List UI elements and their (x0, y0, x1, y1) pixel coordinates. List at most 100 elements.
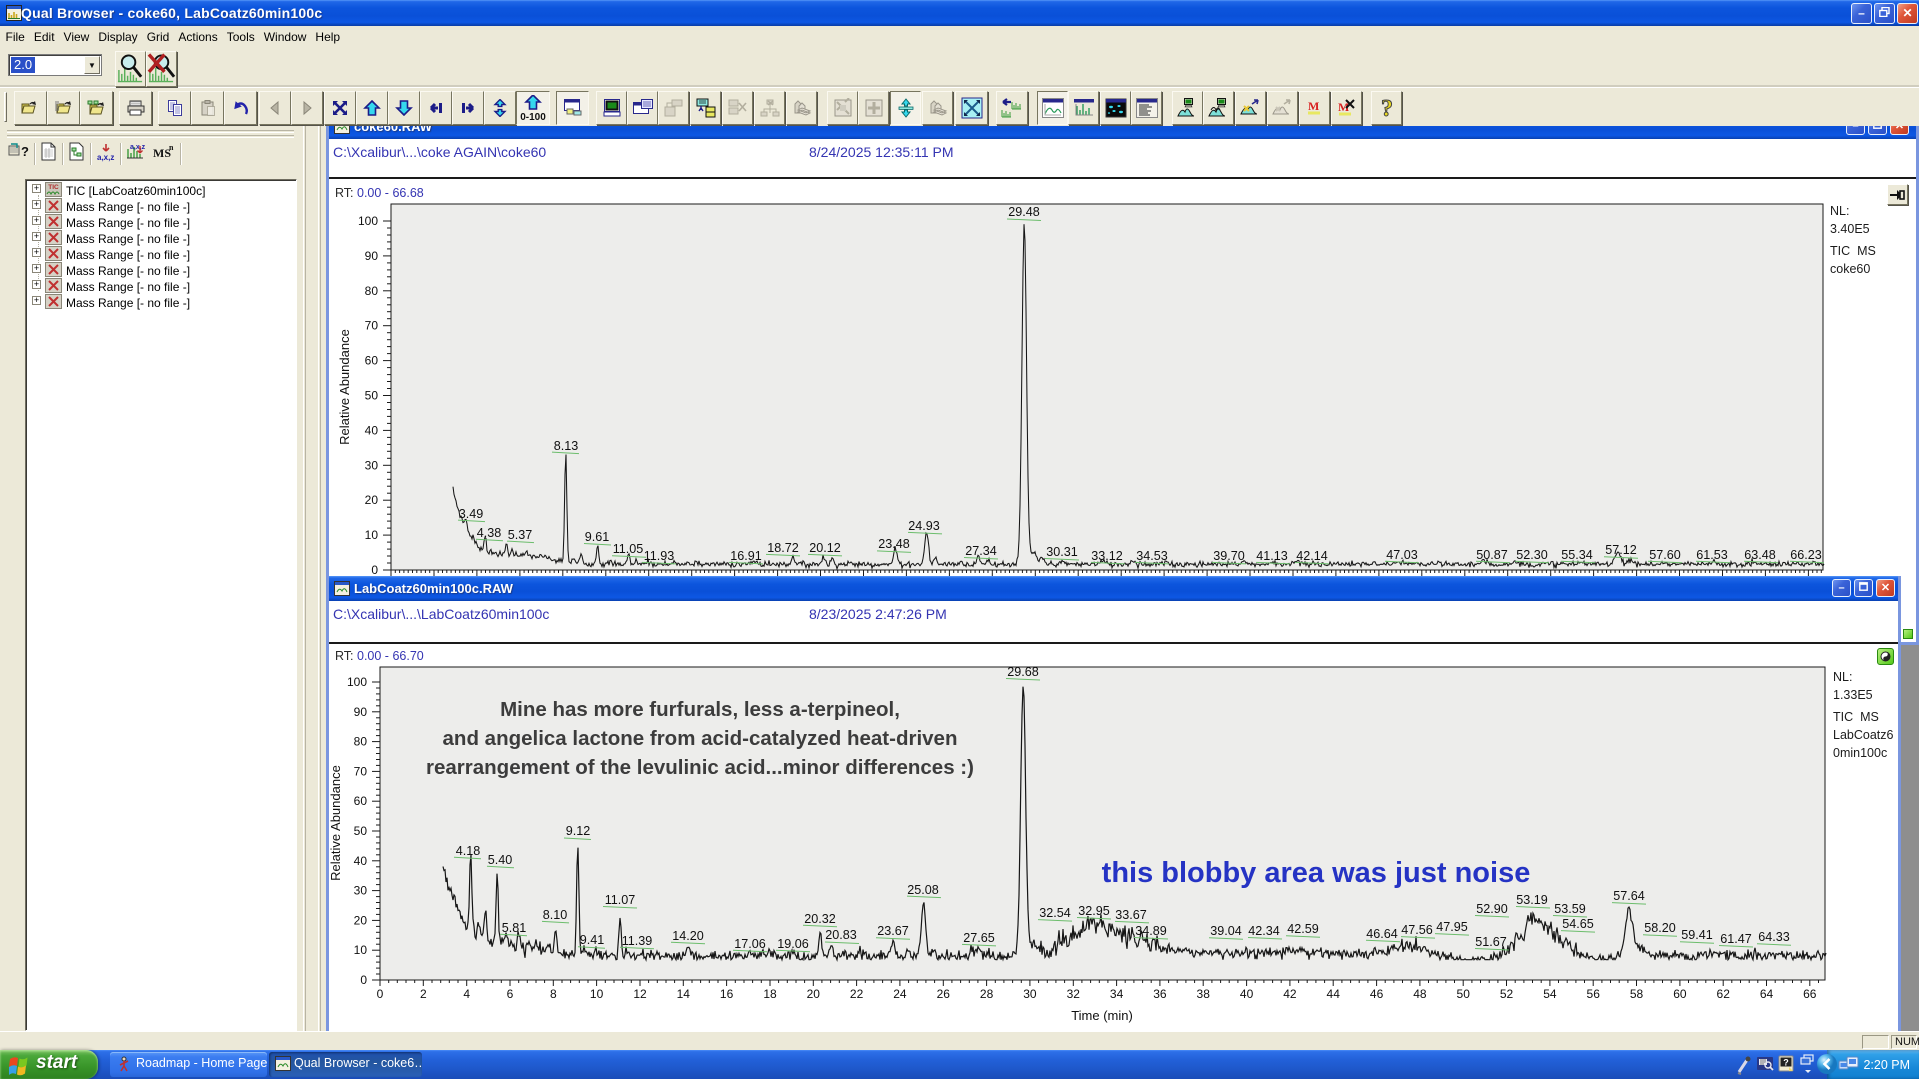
svg-text:Mine has more furfurals, less: Mine has more furfurals, less a-terpineo… (500, 698, 900, 721)
svg-text:42.34: 42.34 (1248, 924, 1280, 938)
svg-text:19.06: 19.06 (777, 937, 809, 951)
svg-text:58: 58 (1630, 987, 1644, 1001)
svg-text:38: 38 (1197, 987, 1211, 1001)
svg-text:24: 24 (893, 987, 907, 1001)
svg-text:20: 20 (365, 493, 379, 507)
svg-text:30: 30 (354, 884, 368, 898)
svg-text:57.64: 57.64 (1613, 889, 1645, 903)
svg-text:39.04: 39.04 (1210, 924, 1242, 938)
svg-text:M: M (1308, 99, 1319, 113)
svg-text:36: 36 (1153, 987, 1167, 1001)
svg-text:Time (min): Time (min) (1071, 1008, 1133, 1023)
svg-text:60: 60 (354, 794, 368, 808)
svg-text:5.37: 5.37 (508, 528, 533, 542)
svg-text:11.07: 11.07 (605, 893, 636, 907)
svg-text:29.48: 29.48 (1008, 205, 1040, 219)
svg-text:0: 0 (360, 973, 367, 987)
svg-text:20: 20 (807, 987, 821, 1001)
svg-text:54: 54 (1543, 987, 1557, 1001)
svg-text:70: 70 (354, 764, 368, 778)
svg-text:Relative Abundance: Relative Abundance (329, 765, 343, 881)
svg-text:16.91: 16.91 (730, 549, 762, 563)
svg-text:50: 50 (354, 824, 368, 838)
svg-text:90: 90 (365, 249, 379, 263)
svg-text:20.32: 20.32 (804, 912, 836, 926)
svg-text:Relative Abundance: Relative Abundance (337, 329, 352, 445)
svg-text:10: 10 (590, 987, 604, 1001)
svg-text:27.34: 27.34 (965, 544, 997, 558)
svg-text:64: 64 (1760, 987, 1774, 1001)
svg-text:10: 10 (365, 528, 379, 542)
svg-text:50.87: 50.87 (1476, 548, 1508, 562)
svg-text:61.47: 61.47 (1720, 932, 1752, 946)
svg-text:9.12: 9.12 (566, 824, 591, 838)
svg-text:11.39: 11.39 (622, 934, 653, 948)
svg-text:100: 100 (358, 214, 378, 228)
svg-text:24.93: 24.93 (908, 519, 940, 533)
svg-text:8.13: 8.13 (554, 439, 579, 453)
svg-text:14: 14 (677, 987, 691, 1001)
svg-text:?: ? (21, 144, 29, 159)
svg-text:34.89: 34.89 (1135, 924, 1167, 938)
svg-text:a,x,z: a,x,z (97, 153, 114, 162)
svg-text:4.38: 4.38 (477, 526, 502, 540)
svg-text:40: 40 (1240, 987, 1254, 1001)
svg-text:66.23: 66.23 (1790, 548, 1822, 562)
svg-text:51.67: 51.67 (1475, 935, 1507, 949)
svg-text:46.64: 46.64 (1366, 927, 1398, 941)
svg-text:8: 8 (550, 987, 557, 1001)
svg-text:46: 46 (1370, 987, 1384, 1001)
svg-text:5.40: 5.40 (488, 853, 513, 867)
svg-text:50: 50 (365, 389, 379, 403)
svg-text:25.08: 25.08 (907, 883, 939, 897)
svg-text:42: 42 (1283, 987, 1297, 1001)
svg-text:100: 100 (347, 675, 367, 689)
svg-text:16: 16 (720, 987, 734, 1001)
svg-text:66: 66 (1803, 987, 1817, 1001)
svg-text:28: 28 (980, 987, 994, 1001)
svg-text:10: 10 (354, 943, 368, 957)
svg-text:40: 40 (365, 423, 379, 437)
svg-text:20.12: 20.12 (809, 541, 841, 555)
svg-text:n: n (169, 143, 174, 152)
svg-text:42.14: 42.14 (1296, 549, 1328, 563)
svg-text:3.49: 3.49 (459, 507, 484, 521)
svg-text:60: 60 (1673, 987, 1687, 1001)
svg-text:?: ? (1783, 1058, 1789, 1068)
svg-text:20.83: 20.83 (825, 928, 857, 942)
svg-text:5.81: 5.81 (502, 921, 527, 935)
svg-text:rearrangement of the levulinic: rearrangement of the levulinic acid...mi… (426, 756, 974, 779)
svg-text:17.06: 17.06 (734, 937, 766, 951)
svg-text:18: 18 (763, 987, 777, 1001)
svg-text:32: 32 (1067, 987, 1081, 1001)
svg-text:a,x,z: a,x,z (130, 144, 146, 151)
svg-text:70: 70 (365, 319, 379, 333)
svg-text:?: ? (1381, 96, 1393, 121)
svg-text:52: 52 (1500, 987, 1514, 1001)
svg-text:4.18: 4.18 (456, 844, 481, 858)
svg-text:30: 30 (365, 458, 379, 472)
svg-text:and angelica lactone from acid: and angelica lactone from acid-catalyzed… (443, 727, 958, 750)
svg-text:50: 50 (1457, 987, 1471, 1001)
svg-text:64.33: 64.33 (1758, 930, 1790, 944)
svg-text:57.60: 57.60 (1649, 548, 1681, 562)
svg-text:44: 44 (1327, 987, 1341, 1001)
svg-text:18.72: 18.72 (767, 541, 799, 555)
svg-text:48: 48 (1413, 987, 1427, 1001)
svg-text:2: 2 (420, 987, 427, 1001)
svg-text:0-100: 0-100 (520, 112, 546, 121)
svg-text:90: 90 (354, 705, 368, 719)
svg-text:47.03: 47.03 (1386, 548, 1418, 562)
svg-text:53.59: 53.59 (1554, 902, 1586, 916)
svg-text:this blobby area was just nois: this blobby area was just noise (1102, 857, 1531, 889)
svg-text:23.67: 23.67 (877, 924, 909, 938)
svg-text:34: 34 (1110, 987, 1124, 1001)
svg-text:59.41: 59.41 (1681, 928, 1713, 942)
svg-text:47.95: 47.95 (1436, 920, 1468, 934)
svg-text:53.19: 53.19 (1516, 893, 1548, 907)
svg-text:40: 40 (354, 854, 368, 868)
svg-text:14.20: 14.20 (672, 929, 704, 943)
svg-text:9.61: 9.61 (585, 530, 610, 544)
svg-text:11.05: 11.05 (613, 542, 644, 556)
svg-text:47.56: 47.56 (1401, 923, 1433, 937)
